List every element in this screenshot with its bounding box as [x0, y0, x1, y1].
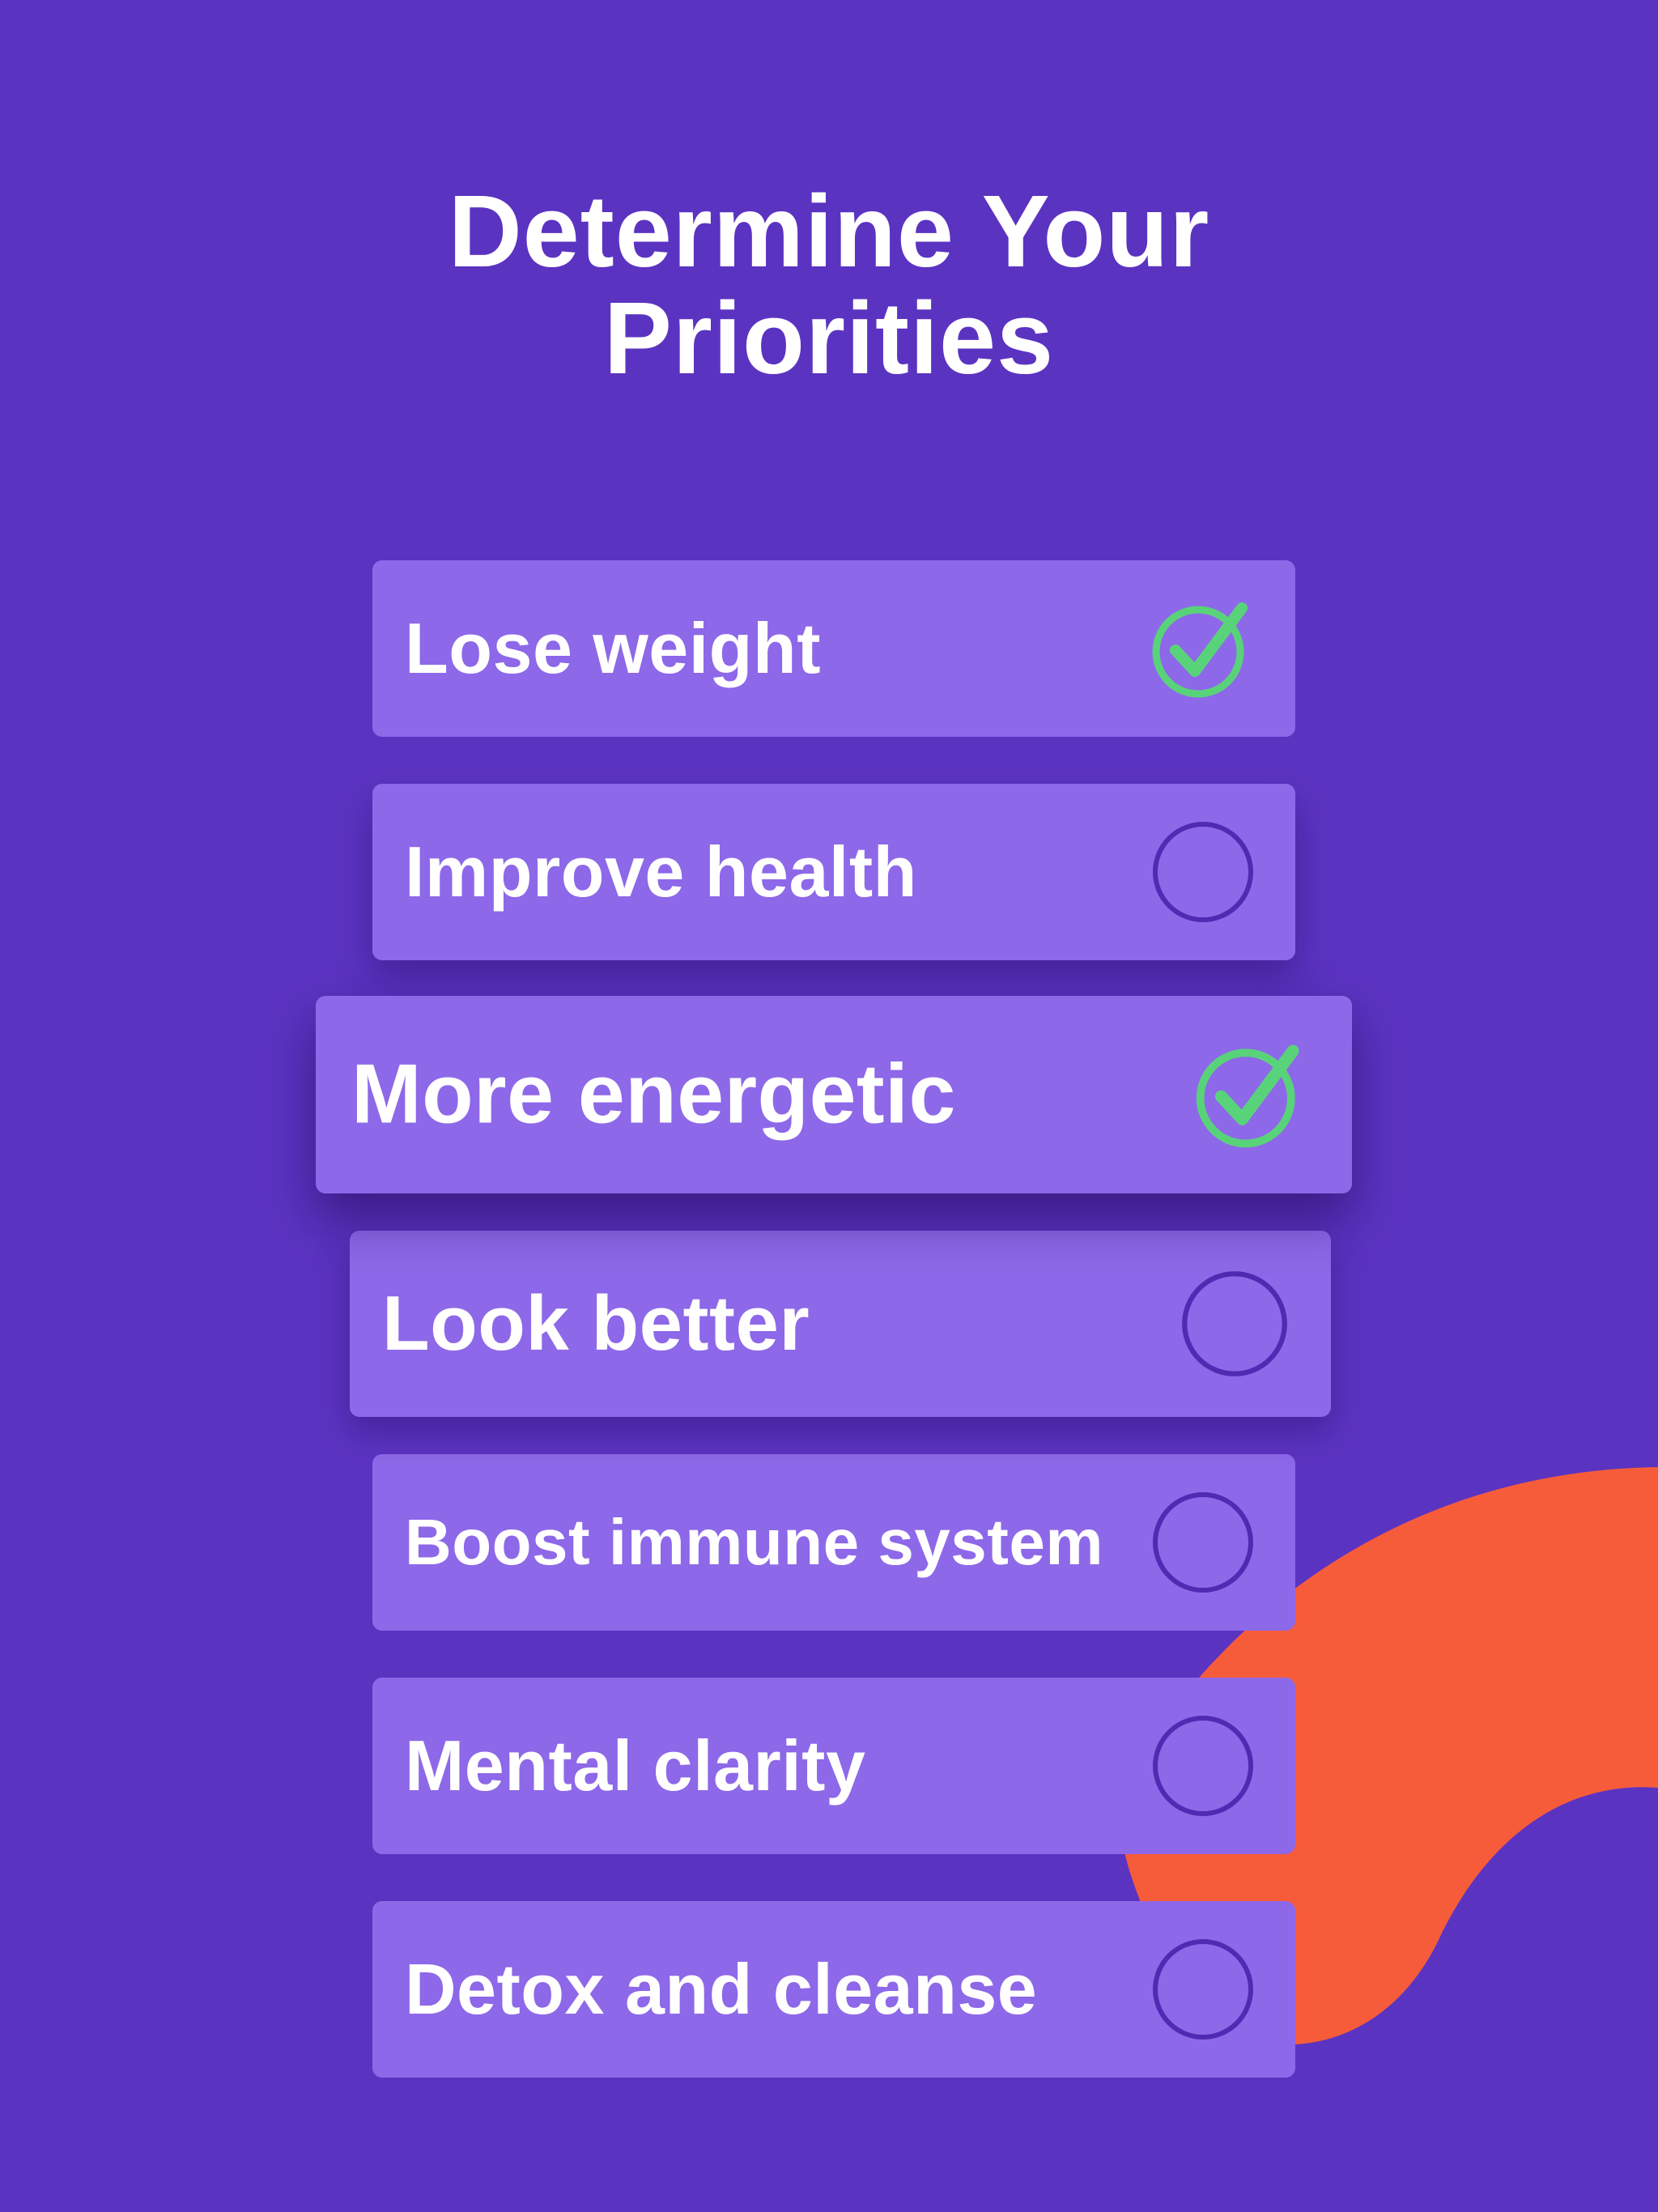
option-label: Mental clarity	[405, 1725, 866, 1806]
option-boost-immune-system[interactable]: Boost immune system	[372, 1454, 1295, 1631]
page-title: Determine Your Priorities	[181, 178, 1477, 392]
page-title-line-1: Determine Your	[448, 174, 1210, 288]
option-label: Boost immune system	[405, 1506, 1104, 1578]
option-look-better[interactable]: Look better	[350, 1231, 1331, 1417]
empty-circle-icon[interactable]	[1151, 1491, 1255, 1594]
option-label: Look better	[382, 1280, 810, 1367]
empty-circle-icon[interactable]	[1151, 1938, 1255, 2041]
option-label: Lose weight	[405, 608, 821, 688]
option-more-energetic[interactable]: More energetic	[316, 996, 1352, 1193]
option-label: Detox and cleanse	[405, 1949, 1038, 2029]
option-label: More energetic	[351, 1047, 956, 1142]
option-mental-clarity[interactable]: Mental clarity	[372, 1678, 1295, 1854]
option-lose-weight[interactable]: Lose weight	[372, 560, 1295, 737]
empty-circle-icon[interactable]	[1151, 1714, 1255, 1818]
empty-circle-icon[interactable]	[1180, 1270, 1289, 1378]
option-detox-and-cleanse[interactable]: Detox and cleanse	[372, 1901, 1295, 2078]
checkmark-circle-icon[interactable]	[1151, 597, 1255, 700]
empty-circle-icon[interactable]	[1151, 820, 1255, 924]
checkmark-circle-icon[interactable]	[1193, 1039, 1305, 1151]
option-improve-health[interactable]: Improve health	[372, 784, 1295, 960]
option-label: Improve health	[405, 832, 917, 912]
page-title-line-2: Priorities	[603, 281, 1055, 395]
